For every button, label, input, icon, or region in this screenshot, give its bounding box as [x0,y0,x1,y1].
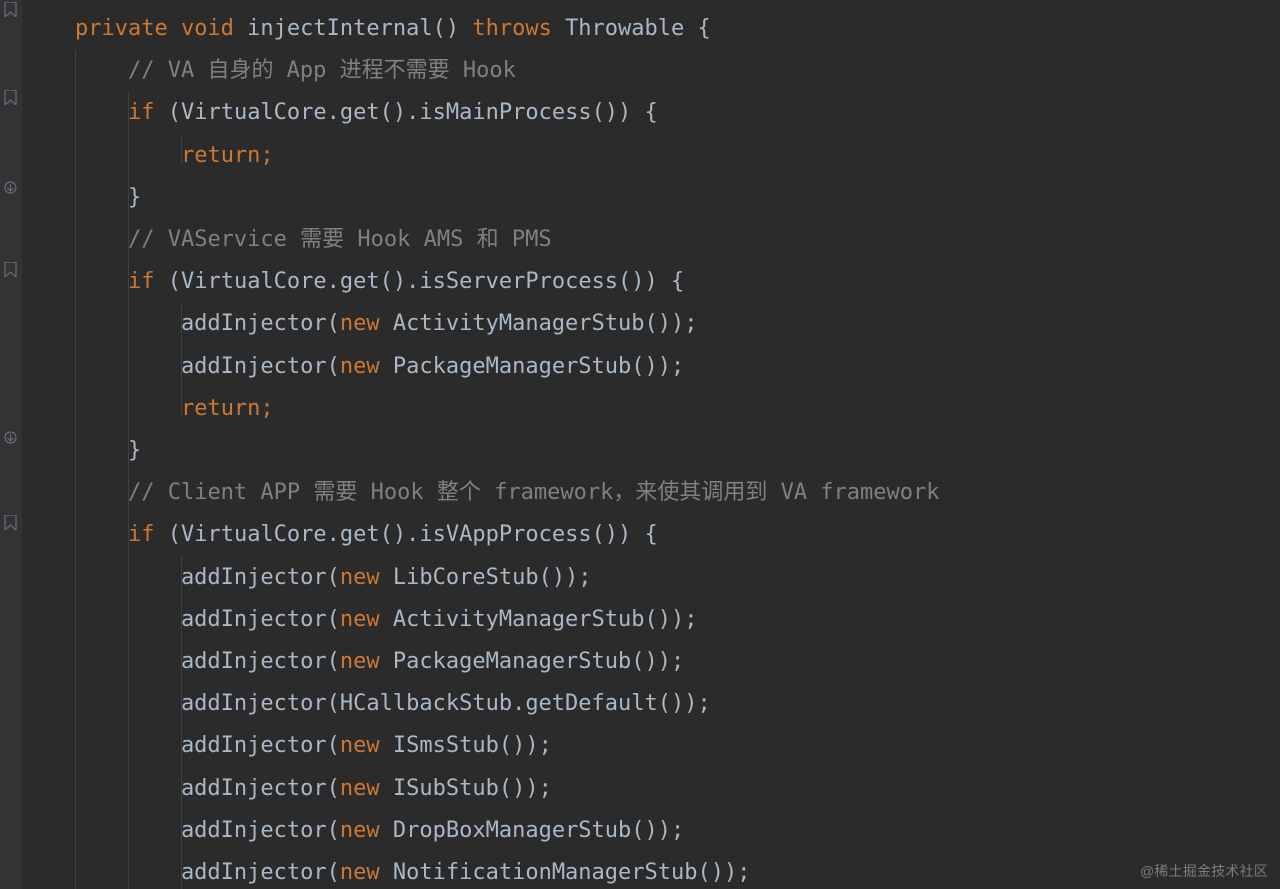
code-token: new [340,860,393,885]
code-token: NotificationManagerStub()); [393,860,751,885]
code-token: ISmsStub()); [393,733,552,758]
gutter-marker-5[interactable] [3,430,18,445]
code-token: } [22,185,141,210]
code-token: if [128,269,168,294]
code-editor: private void injectInternal() throws Thr… [0,0,1280,889]
code-token: injectInternal() [247,16,472,41]
code-token [22,16,75,41]
code-token [22,480,128,505]
code-token: addInjector( [22,354,340,379]
code-token: } [22,438,141,463]
code-token [22,227,128,252]
code-token: // VA 自身的 App 进程不需要 Hook [128,58,516,83]
code-token: return; [181,396,274,421]
code-token: private void [75,16,247,41]
code-token: addInjector( [22,565,340,590]
code-token: new [340,733,393,758]
code-token: (VirtualCore.get().isMainProcess()) { [168,100,658,125]
code-line: addInjector(new ISubStub()); [22,776,552,801]
code-line: if (VirtualCore.get().isVAppProcess()) { [22,522,658,547]
code-line: addInjector(new NotificationManagerStub(… [22,860,751,885]
code-token [22,100,128,125]
code-token: addInjector( [22,860,340,885]
code-token [22,396,181,421]
code-line: private void injectInternal() throws Thr… [22,16,711,41]
code-token: addInjector( [22,311,340,336]
code-token [22,58,128,83]
code-line: return; [22,143,274,168]
code-line: addInjector(new PackageManagerStub()); [22,649,684,674]
code-token: throws [472,16,565,41]
code-token [22,269,128,294]
code-token: new [340,818,393,843]
code-token [22,522,128,547]
gutter-marker-1[interactable] [3,2,18,17]
code-token [22,143,181,168]
code-token: Throwable { [565,16,711,41]
code-line: addInjector(new ActivityManagerStub()); [22,311,698,336]
gutter-marker-2[interactable] [3,90,18,105]
code-token: (VirtualCore.get().isServerProcess()) { [168,269,685,294]
code-line: // Client APP 需要 Hook 整个 framework，来使其调用… [22,480,940,505]
code-token: new [340,311,393,336]
code-line: return; [22,396,274,421]
code-token: (VirtualCore.get().isVAppProcess()) { [168,522,658,547]
code-line: } [22,185,141,210]
code-token: addInjector(HCallbackStub.getDefault()); [22,691,711,716]
code-line: addInjector(new ISmsStub()); [22,733,552,758]
code-token: addInjector( [22,607,340,632]
watermark-text: @稀土掘金技术社区 [1140,861,1268,881]
code-token: new [340,607,393,632]
code-line: if (VirtualCore.get().isMainProcess()) { [22,100,658,125]
code-token: addInjector( [22,818,340,843]
code-token: PackageManagerStub()); [393,649,684,674]
code-line: addInjector(new LibCoreStub()); [22,565,592,590]
code-line: addInjector(new PackageManagerStub()); [22,354,684,379]
code-token: if [128,100,168,125]
code-token: if [128,522,168,547]
code-line: } [22,438,141,463]
code-line: // VAService 需要 Hook AMS 和 PMS [22,227,552,252]
code-line: addInjector(HCallbackStub.getDefault()); [22,691,711,716]
gutter-marker-4[interactable] [3,262,18,277]
gutter-marker-3[interactable] [3,180,18,195]
code-line: // VA 自身的 App 进程不需要 Hook [22,58,516,83]
code-token: ActivityManagerStub()); [393,607,698,632]
code-line: addInjector(new ActivityManagerStub()); [22,607,698,632]
code-token: addInjector( [22,733,340,758]
code-block: private void injectInternal() throws Thr… [22,0,940,889]
gutter-marker-6[interactable] [3,515,18,530]
editor-gutter [0,0,22,889]
code-token: ActivityManagerStub()); [393,311,698,336]
code-token: return; [181,143,274,168]
code-token: PackageManagerStub()); [393,354,684,379]
code-token: new [340,776,393,801]
code-line: addInjector(new DropBoxManagerStub()); [22,818,684,843]
code-line: if (VirtualCore.get().isServerProcess())… [22,269,684,294]
code-token: DropBoxManagerStub()); [393,818,684,843]
code-token: // Client APP 需要 Hook 整个 framework，来使其调用… [128,480,940,505]
code-token: addInjector( [22,776,340,801]
code-token: LibCoreStub()); [393,565,592,590]
code-token: new [340,354,393,379]
code-token: new [340,565,393,590]
code-token: // VAService 需要 Hook AMS 和 PMS [128,227,552,252]
code-token: addInjector( [22,649,340,674]
code-token: new [340,649,393,674]
code-token: ISubStub()); [393,776,552,801]
